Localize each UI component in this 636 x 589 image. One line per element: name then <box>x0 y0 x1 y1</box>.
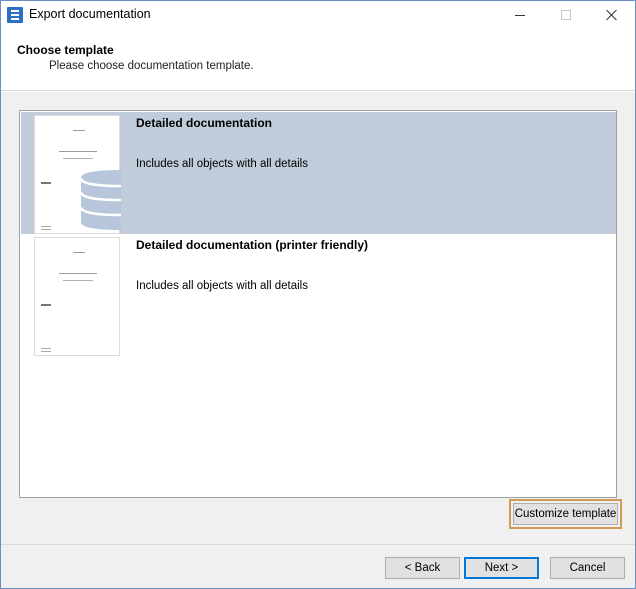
maximize-icon <box>561 10 571 20</box>
customize-template-highlight: Customize template <box>509 499 622 529</box>
template-description: Includes all objects with all details <box>136 280 308 292</box>
template-item-detailed[interactable]: Detailed documentation Includes all obje… <box>21 112 616 234</box>
template-thumbnail <box>34 115 121 234</box>
export-documentation-dialog: Export documentation Choose template Ple… <box>0 0 636 589</box>
thumbnail-line <box>63 280 93 281</box>
window-title: Export documentation <box>29 7 151 21</box>
maximize-button[interactable] <box>543 1 589 29</box>
thumbnail-line <box>59 273 97 274</box>
close-icon <box>606 9 618 21</box>
thumbnail-line <box>41 304 51 306</box>
back-button[interactable]: < Back <box>385 557 460 579</box>
template-item-printer-friendly[interactable]: Detailed documentation (printer friendly… <box>21 234 616 356</box>
thumbnail-line <box>73 252 85 253</box>
title-bar[interactable]: Export documentation <box>1 1 635 29</box>
cancel-button[interactable]: Cancel <box>550 557 625 579</box>
minimize-button[interactable] <box>497 1 543 29</box>
app-icon <box>7 7 23 23</box>
template-name: Detailed documentation (printer friendly… <box>136 238 369 252</box>
next-button[interactable]: Next > <box>464 557 539 579</box>
wizard-header: Choose template Please choose documentat… <box>1 29 635 91</box>
customize-template-button[interactable]: Customize template <box>513 503 618 525</box>
close-button[interactable] <box>589 1 635 29</box>
template-name: Detailed documentation <box>136 116 273 130</box>
template-description: Includes all objects with all details <box>136 158 308 170</box>
page-subtitle: Please choose documentation template. <box>49 60 254 72</box>
template-thumbnail <box>34 237 120 356</box>
wizard-footer: < Back Next > Cancel <box>1 544 635 588</box>
minimize-icon <box>515 14 525 16</box>
template-list[interactable]: Detailed documentation Includes all obje… <box>19 110 617 498</box>
database-graphic-icon <box>79 170 121 230</box>
thumbnail-line <box>41 348 51 349</box>
page-title: Choose template <box>17 43 114 57</box>
content-area: Detailed documentation Includes all obje… <box>1 92 635 544</box>
